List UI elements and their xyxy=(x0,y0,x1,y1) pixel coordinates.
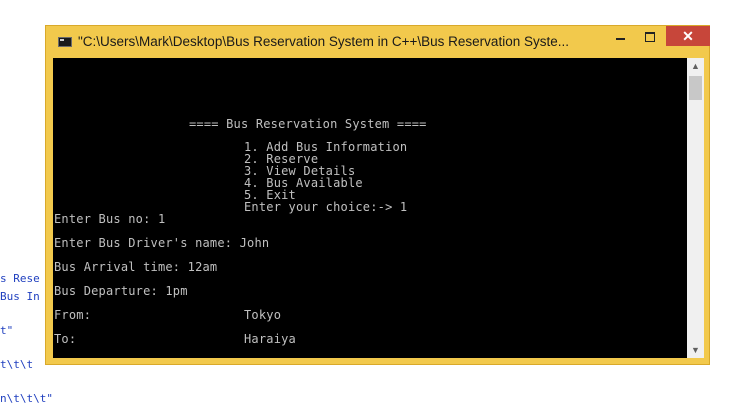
close-icon: ✕ xyxy=(682,28,694,44)
background-code-line: n\t\t\t" xyxy=(0,392,53,405)
scroll-up-icon[interactable]: ▲ xyxy=(687,58,704,74)
background-code-line: t\t\t xyxy=(0,358,34,371)
field-label: Enter Bus no: 1 xyxy=(54,212,166,226)
console-header: ==== Bus Reservation System ==== xyxy=(189,117,427,131)
field-label: Enter Bus Driver's name: John xyxy=(54,236,270,250)
minimize-button[interactable] xyxy=(606,26,634,46)
title-bar[interactable]: "C:\Users\Mark\Desktop\Bus Reservation S… xyxy=(46,26,710,58)
background-code-line: t" xyxy=(0,324,14,337)
field-value: Haraiya xyxy=(244,332,296,346)
close-button[interactable]: ✕ xyxy=(666,26,710,46)
scroll-down-icon[interactable]: ▼ xyxy=(687,342,704,358)
field-value: Tokyo xyxy=(244,308,282,322)
scrollbar-thumb[interactable] xyxy=(689,76,702,100)
background-code-line: Bus In xyxy=(0,290,40,303)
vertical-scrollbar[interactable]: ▲ ▼ xyxy=(687,58,704,358)
window-title: "C:\Users\Mark\Desktop\Bus Reservation S… xyxy=(78,34,569,49)
field-label: Bus Departure: 1pm xyxy=(54,284,188,298)
background-code-line: s Rese xyxy=(0,272,40,285)
choice-prompt: Enter your choice:-> 1 xyxy=(244,200,408,214)
console-icon[interactable] xyxy=(58,37,72,47)
field-label: To: xyxy=(54,332,77,346)
console-output[interactable]: ==== Bus Reservation System ==== 1. Add … xyxy=(53,58,687,358)
field-label: From: xyxy=(54,308,92,322)
maximize-button[interactable] xyxy=(636,26,664,46)
maximize-icon xyxy=(645,32,655,43)
minimize-icon xyxy=(615,38,625,41)
field-label: Bus Arrival time: 12am xyxy=(54,260,218,274)
console-window: "C:\Users\Mark\Desktop\Bus Reservation S… xyxy=(45,25,710,365)
